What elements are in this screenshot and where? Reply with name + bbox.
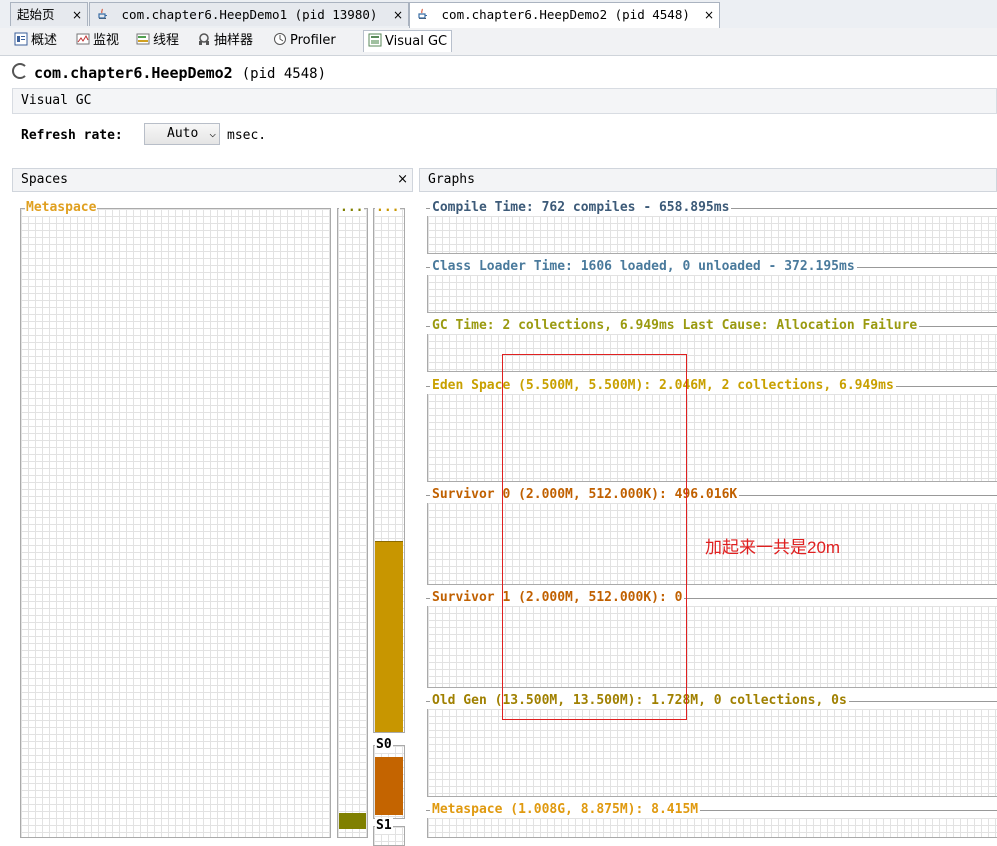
tab-label: 监视	[93, 33, 120, 48]
tab-label: com.chapter6.HeepDemo2 (pid 4548)	[441, 7, 690, 22]
old-gen-bar-label: ...	[375, 200, 401, 216]
view-toolbar: 概述 监视 线程 抽样器 Profiler Visual GC	[0, 28, 997, 56]
old-gen-bar: ...	[373, 200, 405, 733]
graphs-panel-header: Graphs	[419, 168, 997, 192]
metaspace-bar: ...	[337, 200, 368, 838]
s1-bar: S1	[373, 818, 405, 846]
sampler-icon	[199, 33, 209, 45]
tab-monitor[interactable]: 监视	[72, 30, 123, 52]
s0-bar: S0	[373, 737, 405, 819]
tab-label: 概述	[31, 33, 58, 48]
tab-label: 抽样器	[214, 33, 254, 48]
refresh-rate-dropdown[interactable]: Auto ⌵	[144, 123, 220, 145]
process-title: com.chapter6.HeepDemo2 (pid 4548)	[12, 63, 326, 82]
compile-time-graph: Compile Time: 762 compiles - 658.895ms	[426, 200, 997, 256]
visualgc-icon	[368, 33, 382, 47]
java-icon	[98, 8, 107, 19]
profiler-icon	[274, 33, 286, 45]
s0-fill	[375, 757, 403, 815]
annotation-highlight-box	[502, 354, 687, 720]
graph-title: Class Loader Time: 1606 loaded, 0 unload…	[430, 259, 857, 275]
process-name: com.chapter6.HeepDemo2	[34, 64, 233, 82]
tab-heepdemo2[interactable]: com.chapter6.HeepDemo2 (pid 4548) ×	[409, 2, 720, 28]
s0-label: S0	[375, 737, 393, 753]
tab-sampler[interactable]: 抽样器	[193, 30, 257, 52]
close-icon[interactable]: ×	[704, 3, 714, 27]
metaspace-bar-label: ...	[339, 200, 365, 216]
loading-spinner-icon	[12, 63, 28, 79]
metaspace-box: Metaspace	[20, 200, 331, 838]
graph-title: GC Time: 2 collections, 6.949ms Last Cau…	[430, 318, 920, 334]
annotation-text: 加起来一共是20m	[705, 538, 841, 557]
monitor-icon	[76, 33, 90, 45]
old-gen-fill	[375, 541, 403, 732]
panel-title: Spaces	[21, 172, 68, 187]
graph-title: Compile Time: 762 compiles - 658.895ms	[430, 200, 732, 216]
view-subheader: Visual GC	[12, 88, 997, 114]
graph-title: Metaspace (1.008G, 8.875M): 8.415M	[430, 802, 701, 818]
tab-threads[interactable]: 线程	[132, 30, 183, 52]
overview-icon	[14, 32, 28, 46]
tab-label: com.chapter6.HeepDemo1 (pid 13980)	[121, 7, 378, 22]
s1-label: S1	[375, 818, 393, 834]
refresh-rate-value: Auto	[167, 126, 199, 141]
process-pid: (pid 4548)	[241, 66, 327, 82]
close-icon[interactable]: ×	[72, 3, 82, 27]
tab-overview[interactable]: 概述	[10, 30, 61, 52]
graph-area	[427, 818, 997, 838]
tab-visual-gc[interactable]: Visual GC	[363, 30, 453, 52]
graph-area	[427, 275, 997, 313]
graph-area	[427, 709, 997, 797]
editor-tab-bar: 起始页 × com.chapter6.HeepDemo1 (pid 13980)…	[0, 0, 997, 29]
tab-label: Visual GC	[385, 34, 448, 49]
close-icon[interactable]: ×	[397, 169, 408, 191]
panel-title: Graphs	[428, 172, 475, 187]
graph-area	[427, 216, 997, 254]
tab-profiler[interactable]: Profiler	[269, 30, 340, 52]
metaspace-label: Metaspace	[25, 200, 98, 216]
java-icon	[418, 8, 427, 19]
close-icon[interactable]: ×	[393, 3, 403, 27]
tab-label: 起始页	[17, 7, 55, 22]
tab-heepdemo1[interactable]: com.chapter6.HeepDemo1 (pid 13980) ×	[89, 2, 409, 26]
metaspace-fill	[339, 813, 366, 829]
threads-icon	[136, 33, 150, 45]
tab-label: 线程	[153, 33, 180, 48]
tab-start-page[interactable]: 起始页 ×	[10, 2, 88, 26]
refresh-rate-label: Refresh rate:	[21, 128, 123, 143]
class-loader-graph: Class Loader Time: 1606 loaded, 0 unload…	[426, 259, 997, 315]
tab-label: Profiler	[290, 33, 336, 48]
refresh-rate-unit: msec.	[227, 128, 267, 143]
chevron-down-icon: ⌵	[209, 127, 216, 140]
spaces-panel-header: Spaces ×	[12, 168, 413, 192]
metaspace-graph: Metaspace (1.008G, 8.875M): 8.415M	[426, 802, 997, 838]
